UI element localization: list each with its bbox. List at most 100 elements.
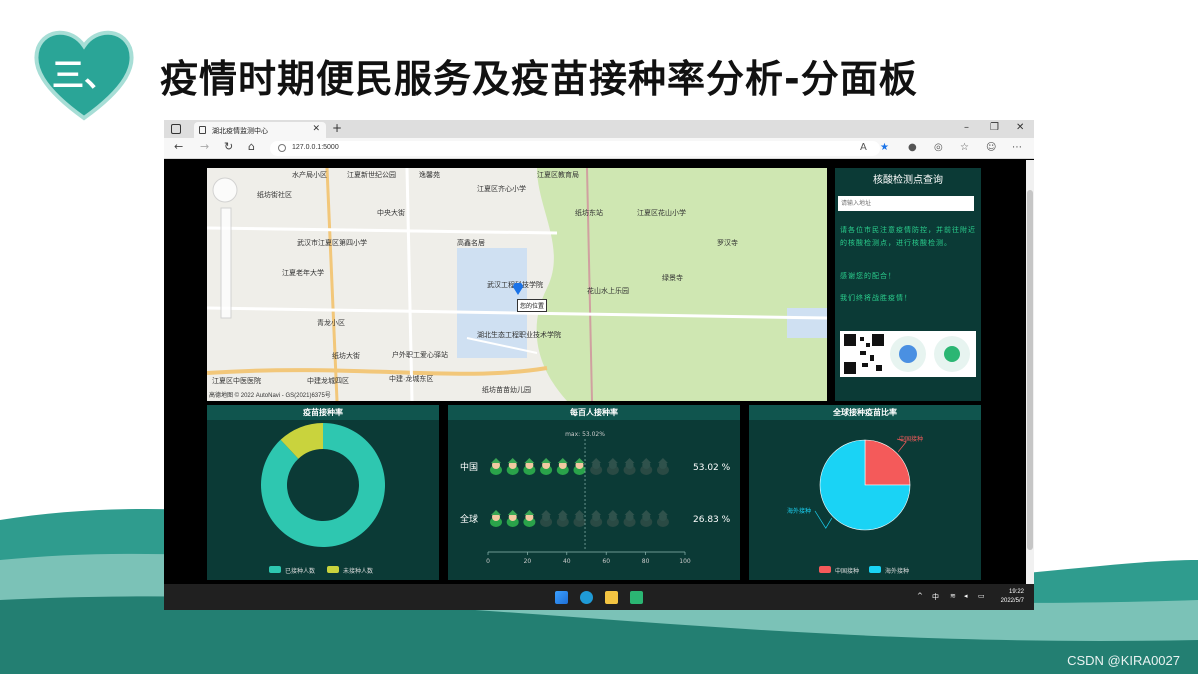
close-window-icon[interactable]: ✕ [1016, 122, 1024, 133]
pie-label-1: 海外接种 [787, 507, 811, 515]
map-label: 江夏区教育局 [537, 172, 579, 179]
wifi-icon[interactable]: ≋ [950, 592, 956, 600]
figure-symbol-empty [540, 510, 553, 527]
start-icon[interactable] [555, 591, 568, 604]
figure-symbol-empty [656, 510, 669, 527]
figure-symbol-empty [606, 458, 619, 475]
slide: 三、 疫情时期便民服务及疫苗接种率分析-分面板 湖北疫情监测中心 ✕ + – ❐… [0, 0, 1198, 674]
side-title: 核酸检测点查询 [873, 175, 943, 186]
restore-icon[interactable]: ❐ [990, 122, 999, 133]
figure-symbol-filled [573, 458, 586, 475]
map-label: 罗汉寺 [717, 240, 738, 247]
notice-text: 请各位市民注意疫情防控，并前往附近的核酸检测点，进行核酸检测。 [840, 226, 976, 247]
browser-tab[interactable]: 湖北疫情监测中心 ✕ [194, 122, 326, 138]
location-pin-icon[interactable] [513, 283, 523, 295]
pie-label-0: 中国接种 [899, 435, 923, 443]
dashboard-page: 水产局小区 江夏新世纪公园 逸馨苑 江夏区教育局 纸坊街社区 中央大街 江夏区齐心小学 纸坊东… [164, 160, 1034, 584]
map-label: 纸坊东站 [575, 210, 603, 217]
favorites-icon[interactable]: ☆ [960, 142, 969, 153]
tray-expand-icon[interactable]: ^ [917, 592, 923, 600]
map-view[interactable]: 水产局小区 江夏新世纪公园 逸馨苑 江夏区教育局 纸坊街社区 中央大街 江夏区齐心小学 纸坊东… [207, 168, 827, 401]
vaccine-rate-donut [261, 423, 385, 547]
x-tick-label: 0 [486, 558, 490, 565]
extension-icon[interactable]: ● [908, 142, 917, 153]
map-label: 户外职工爱心驿站 [392, 352, 448, 359]
figure-symbol-empty [623, 458, 636, 475]
map-label: 纸坊大街 [332, 353, 360, 360]
global-ratio-panel: 全球接种疫苗比率 中国接种 海外接种 中国接种 海外接种 [749, 405, 981, 580]
figure-symbol-empty [606, 510, 619, 527]
map-label: 花山水上乐园 [587, 288, 629, 295]
map-label: 青龙小区 [317, 320, 345, 327]
more-menu-icon[interactable]: ⋯ [1012, 142, 1022, 153]
battery-icon[interactable]: ▭ [978, 592, 985, 600]
address-bar[interactable]: 127.0.0.1:5000 [270, 141, 880, 156]
x-tick-label: 40 [563, 558, 571, 565]
volume-icon[interactable]: ◂ [964, 592, 968, 600]
address-toolbar: ← → ↻ ⌂ 127.0.0.1:5000 A ★ ● ◎ ☆ ☺ ⋯ [164, 138, 1034, 159]
legend-china: 中国接种 [835, 568, 860, 575]
figure-symbol-filled [523, 458, 536, 475]
pie-slice-0[interactable] [864, 439, 911, 486]
location-popup: 您的位置 [517, 299, 548, 312]
map-label: 绿景寺 [662, 275, 683, 282]
favorite-star-icon[interactable]: ★ [880, 142, 889, 153]
legend-swatch-unvaccinated [327, 566, 339, 573]
value-label-0: 53.02 % [693, 463, 731, 473]
thanks-text: 感谢您的配合！ [840, 272, 896, 280]
figure-symbol-filled [523, 510, 536, 527]
clock-date: 2022/5/7 [1000, 598, 1024, 604]
legend-swatch-vaccinated [269, 566, 281, 573]
slogan-text: 我们终将战胜疫情！ [840, 294, 912, 302]
figure-symbol-empty [640, 510, 653, 527]
close-tab-icon[interactable]: ✕ [312, 124, 320, 134]
map-label: 江夏区齐心小学 [477, 186, 526, 193]
clock-time: 19:22 [1008, 589, 1024, 595]
address-search-input[interactable] [838, 196, 974, 211]
map-label: 水产局小区 [292, 172, 327, 179]
legend-overseas: 海外接种 [885, 568, 910, 575]
map-label: 纸坊街社区 [257, 192, 292, 199]
tab-actions-icon[interactable] [171, 124, 181, 134]
file-explorer-icon[interactable] [605, 591, 618, 604]
legend-vaccinated: 已接种人数 [285, 568, 316, 575]
sync-icon[interactable]: ◎ [934, 142, 943, 153]
figure-symbol-filled [540, 458, 553, 475]
figure-symbol-empty [556, 510, 569, 527]
forward-icon[interactable]: → [200, 140, 209, 153]
figure-symbol-empty [573, 510, 586, 527]
home-icon[interactable]: ⌂ [248, 140, 255, 153]
read-aloud-icon[interactable]: A [860, 142, 867, 153]
pycharm-icon[interactable] [630, 591, 643, 604]
figure-symbol-filled [556, 458, 569, 475]
section-number: 三、 [52, 56, 117, 94]
x-tick-label: 20 [524, 558, 532, 565]
x-tick-label: 80 [642, 558, 650, 565]
map-copyright: 高德地图 © 2022 AutoNavi - GS(2021)6375号 [209, 393, 331, 399]
input-language[interactable]: 中 [932, 592, 939, 602]
clock[interactable]: 19:22 2022/5/7 [1001, 588, 1024, 606]
figure-symbol-filled [490, 458, 502, 475]
new-tab-icon[interactable]: + [332, 121, 342, 135]
qr-codes-image [840, 331, 976, 377]
profile-icon[interactable]: ☺ [986, 142, 996, 153]
global-ratio-pie: 中国接种海外接种 [787, 435, 923, 531]
legend-unvaccinated: 未接种人数 [343, 568, 374, 575]
minimize-icon[interactable]: – [964, 122, 969, 133]
back-icon[interactable]: ← [174, 140, 183, 153]
map-label: 中建龙城四区 [307, 378, 349, 385]
value-label-1: 26.83 % [693, 515, 731, 525]
legend-swatch-overseas [869, 566, 881, 573]
figure-symbol-empty [590, 458, 603, 475]
browser-window: 湖北疫情监测中心 ✕ + – ❐ ✕ ← → ↻ ⌂ 127.0.0.1:500… [164, 120, 1034, 610]
refresh-icon[interactable]: ↻ [224, 140, 233, 153]
tab-bar: 湖北疫情监测中心 ✕ + – ❐ ✕ [164, 120, 1034, 138]
global-ratio-title: 全球接种疫苗比率 [749, 405, 981, 420]
map-label: 中建·龙城东区 [389, 376, 434, 383]
scroll-thumb[interactable] [1027, 190, 1033, 550]
vaccine-rate-panel: 疫苗接种率 已接种人数 未接种人数 [207, 405, 439, 580]
figure-symbol-filled [490, 510, 502, 527]
edge-browser-icon[interactable] [580, 591, 593, 604]
page-scrollbar[interactable] [1026, 160, 1034, 584]
x-tick-label: 60 [602, 558, 610, 565]
